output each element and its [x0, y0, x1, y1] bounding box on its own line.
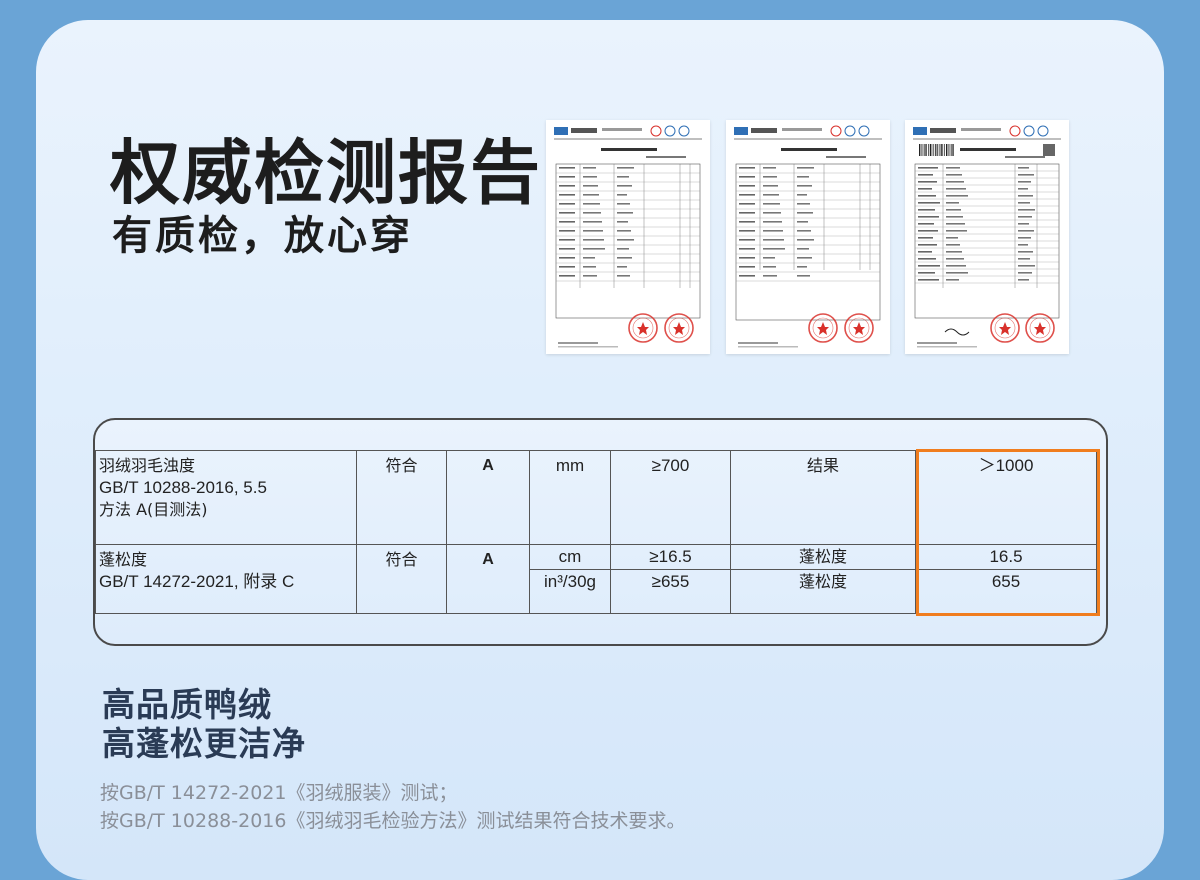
item-cell: 蓬松度 — [730, 569, 916, 614]
page-subtitle: 有质检，放心穿 — [112, 213, 413, 259]
standard-name: 蓬松度 — [99, 550, 148, 569]
feature-line-2: 高蓬松更洁净 — [102, 724, 306, 763]
page-title: 权威检测报告 — [110, 132, 542, 214]
standard-code: GB/T 14272-2021, 附录 C — [99, 572, 295, 591]
report-page-1 — [546, 120, 710, 354]
requirement-cell: ≥16.5 — [610, 544, 731, 570]
unit-cell: in³/30g — [529, 569, 611, 614]
standard-code: GB/T 10288-2016, 5.5 — [99, 478, 267, 497]
report-page-3 — [905, 120, 1069, 354]
item-cell: 结果 — [730, 450, 916, 545]
unit-cell: cm — [529, 544, 611, 570]
verdict-cell: 符合 — [356, 450, 447, 545]
note-line-1: 按GB/T 14272-2021《羽绒服装》测试； — [100, 782, 458, 804]
note-line-2: 按GB/T 10288-2016《羽绒羽毛检验方法》测试结果符合技术要求。 — [100, 810, 686, 832]
result-highlight-box — [916, 449, 1100, 616]
unit-cell: mm — [529, 450, 611, 545]
standard-cell: 蓬松度 GB/T 14272-2021, 附录 C — [95, 544, 357, 614]
standard-name: 羽绒羽毛浊度 — [99, 456, 196, 475]
feature-line-1: 高品质鸭绒 — [102, 685, 272, 724]
requirement-cell: ≥700 — [610, 450, 731, 545]
standard-method: 方法 A(目测法) — [99, 500, 208, 519]
item-cell: 蓬松度 — [730, 544, 916, 570]
standard-cell: 羽绒羽毛浊度 GB/T 10288-2016, 5.5 方法 A(目测法) — [95, 450, 357, 545]
grade-cell: A — [446, 450, 530, 545]
report-page-2 — [726, 120, 890, 354]
grade-cell: A — [446, 544, 530, 614]
requirement-cell: ≥655 — [610, 569, 731, 614]
verdict-cell: 符合 — [356, 544, 447, 614]
